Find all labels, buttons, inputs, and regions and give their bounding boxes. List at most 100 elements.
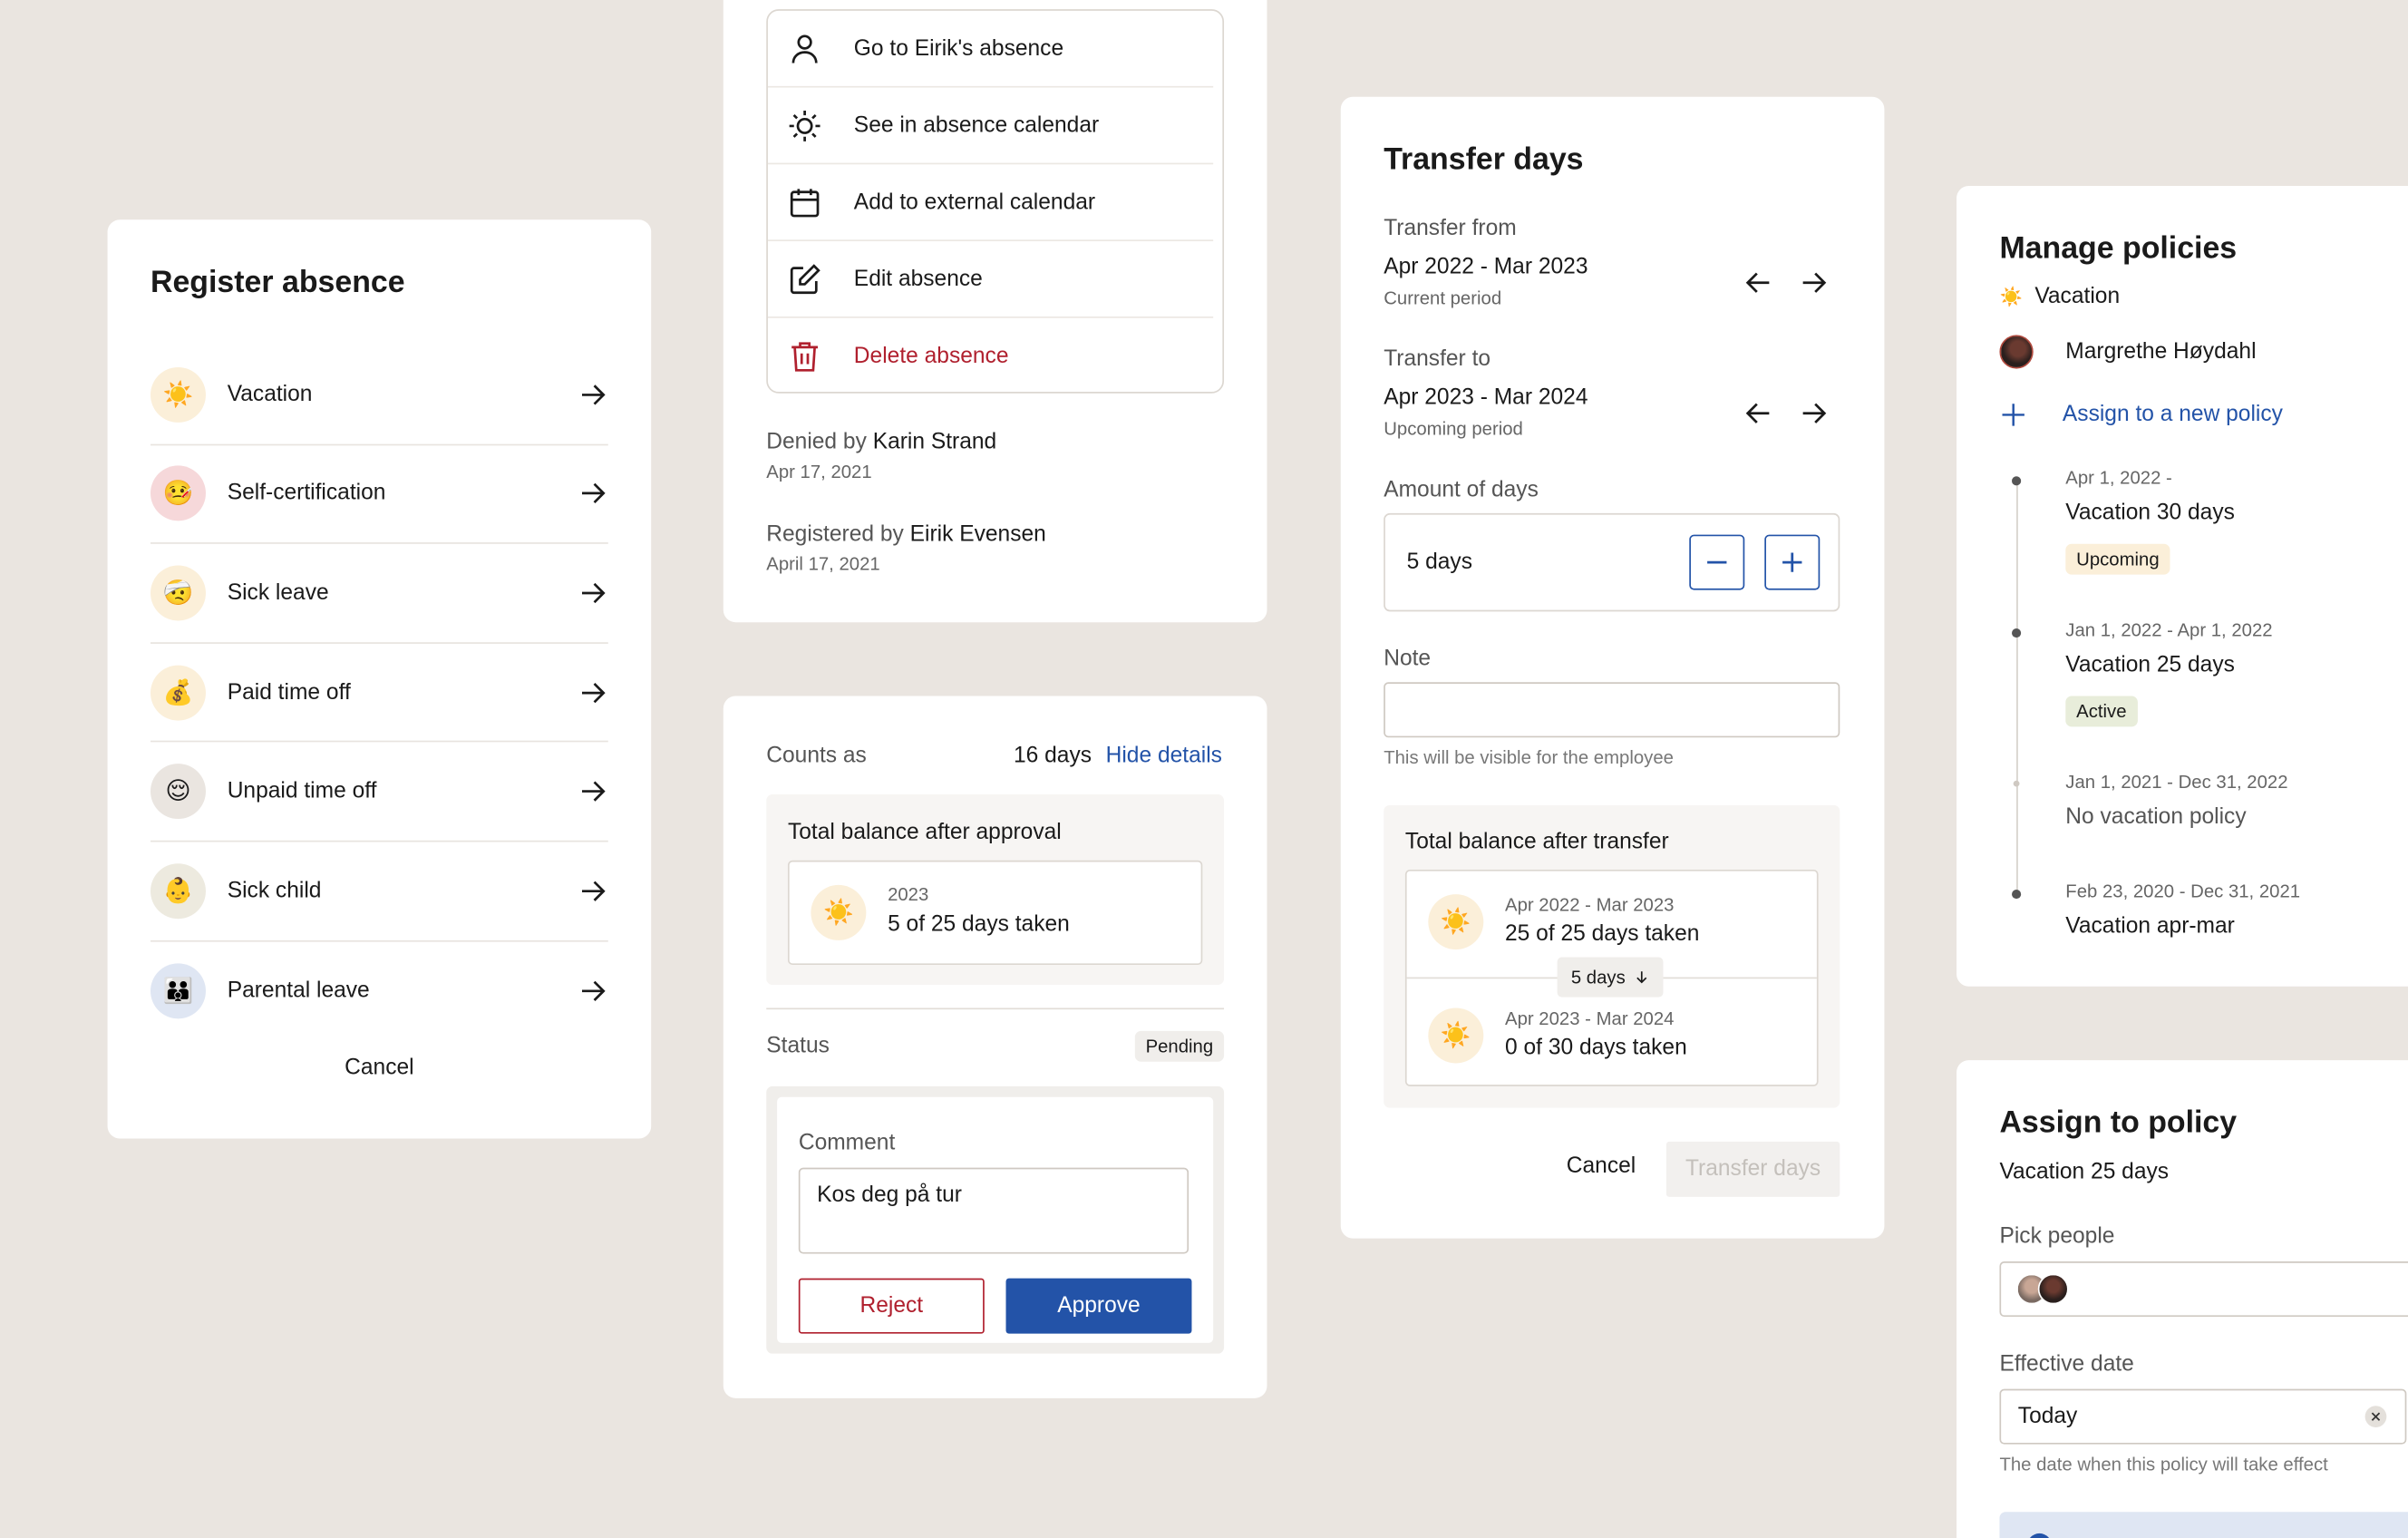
transfer-from-period: Apr 2022 - Mar 2023 bbox=[1384, 255, 1588, 280]
balance-after-approval-panel: Total balance after approval ☀️ 2023 5 o… bbox=[766, 793, 1225, 986]
arrow-left-icon[interactable] bbox=[1743, 268, 1774, 298]
sun-emoji-icon: ☀️ bbox=[1428, 1007, 1484, 1064]
menu-item-label: Edit absence bbox=[853, 266, 983, 292]
increment-button[interactable] bbox=[1764, 534, 1821, 590]
denied-by-prefix: Denied by bbox=[766, 430, 867, 455]
absence-type-label: Paid time off bbox=[227, 679, 351, 705]
transfer-to-label: Transfer to bbox=[1384, 346, 1491, 373]
absence-type-unpaid-time-off[interactable]: 😌 Unpaid time off bbox=[150, 743, 608, 842]
policy-type: ☀️ Vacation bbox=[1999, 284, 2120, 308]
timeline-name: Vacation 25 days bbox=[2065, 653, 2235, 678]
absence-type-self-certification[interactable]: 🤒 Self-certification bbox=[150, 445, 608, 545]
bandage-face-emoji-icon: 🤕 bbox=[150, 565, 206, 621]
effective-date-input[interactable]: Today bbox=[1999, 1388, 2407, 1445]
arrow-right-icon bbox=[581, 781, 606, 802]
absence-type-parental-leave[interactable]: 👪 Parental leave bbox=[150, 941, 608, 1040]
chip-label: 5 days bbox=[1570, 966, 1626, 988]
approve-button[interactable]: Approve bbox=[1005, 1278, 1192, 1334]
transfer-from-sub: Current period bbox=[1384, 287, 1502, 309]
transfer-days-card: Transfer days Transfer from Apr 2022 - M… bbox=[1340, 96, 1885, 1239]
balance-title: Total balance after approval bbox=[787, 820, 1062, 845]
assign-policy-name: Vacation 25 days bbox=[1999, 1160, 2170, 1185]
arrow-left-icon[interactable] bbox=[1743, 398, 1774, 429]
assign-new-policy-label: Assign to a new policy bbox=[2062, 402, 2283, 428]
divider bbox=[766, 1007, 1225, 1010]
trash-icon bbox=[791, 342, 819, 372]
menu-item-delete-absence[interactable]: Delete absence bbox=[768, 318, 1213, 395]
menu-item-go-to-absence[interactable]: Go to Eirik's absence bbox=[767, 11, 1214, 88]
timeline-name: No vacation policy bbox=[2065, 804, 2247, 830]
menu-item-edit-absence[interactable]: Edit absence bbox=[767, 241, 1214, 318]
arrow-right-icon[interactable] bbox=[1799, 268, 1830, 298]
sun-emoji-icon: ☀️ bbox=[150, 366, 206, 423]
pick-people-label: Pick people bbox=[1999, 1224, 2115, 1250]
absence-type-vacation[interactable]: ☀️ Vacation bbox=[150, 346, 608, 445]
comment-input[interactable]: Kos deg på tur bbox=[798, 1167, 1189, 1254]
absence-type-list: ☀️ Vacation 🤒 Self-certification 🤕 Sick … bbox=[150, 346, 608, 1040]
transfer-cancel-button[interactable]: Cancel bbox=[1567, 1154, 1636, 1178]
absence-type-label: Sick child bbox=[227, 878, 322, 903]
timeline-dot bbox=[2013, 780, 2020, 787]
arrow-right-icon[interactable] bbox=[1799, 398, 1830, 429]
registered-date: April 17, 2021 bbox=[766, 552, 880, 575]
balance-upcoming-taken: 0 of 30 days taken bbox=[1505, 1035, 1687, 1061]
transfer-to-period: Apr 2023 - Mar 2024 bbox=[1384, 385, 1588, 411]
info-icon bbox=[2026, 1533, 2053, 1538]
menu-item-external-calendar[interactable]: Add to external calendar bbox=[767, 164, 1214, 242]
family-emoji-icon: 👪 bbox=[150, 963, 206, 1019]
comment-inner: Comment Kos deg på tur Reject Approve bbox=[777, 1096, 1214, 1343]
absence-type-sick-child[interactable]: 👶 Sick child bbox=[150, 842, 608, 941]
transfer-title: Transfer days bbox=[1384, 142, 1584, 177]
sun-emoji-icon: ☀️ bbox=[811, 884, 867, 940]
edit-icon bbox=[790, 263, 820, 294]
registered-by-prefix: Registered by bbox=[766, 522, 904, 548]
absence-type-label: Parental leave bbox=[227, 978, 370, 1004]
timeline-dot bbox=[2012, 476, 2022, 486]
counts-as-label: Counts as bbox=[766, 744, 867, 769]
status-label: Status bbox=[766, 1034, 830, 1059]
register-absence-title: Register absence bbox=[150, 266, 405, 300]
person-name: Margrethe Høydahl bbox=[2065, 339, 2257, 365]
effective-date-help: The date when this policy will take effe… bbox=[1999, 1453, 2328, 1475]
absence-actions-card: Go to Eirik's absence See in absence cal… bbox=[723, 0, 1267, 623]
hide-details-link[interactable]: Hide details bbox=[1106, 744, 1222, 768]
amount-value: 5 days bbox=[1406, 550, 1473, 575]
balance-after-transfer-panel: Total balance after transfer ☀️ Apr 2022… bbox=[1384, 804, 1840, 1108]
arrow-right-icon bbox=[581, 582, 606, 604]
timeline-line bbox=[2015, 479, 2017, 895]
menu-item-absence-calendar[interactable]: See in absence calendar bbox=[767, 88, 1214, 165]
effective-date-value: Today bbox=[2017, 1404, 2078, 1429]
plus-icon bbox=[2002, 404, 2024, 426]
timeline-date: Feb 23, 2020 - Dec 31, 2021 bbox=[2065, 880, 2301, 902]
menu-item-label: See in absence calendar bbox=[853, 112, 1100, 138]
sun-icon bbox=[789, 110, 820, 141]
timeline-name: Vacation 30 days bbox=[2065, 501, 2235, 526]
assign-new-policy-link[interactable]: Assign to a new policy bbox=[1999, 401, 2283, 428]
note-input[interactable] bbox=[1384, 682, 1840, 738]
transfer-to-sub: Upcoming period bbox=[1384, 417, 1523, 440]
absence-type-paid-time-off[interactable]: 💰 Paid time off bbox=[150, 644, 608, 743]
decrement-button[interactable] bbox=[1689, 534, 1745, 590]
arrow-down-icon bbox=[1636, 971, 1647, 984]
sun-emoji-icon: ☀️ bbox=[1999, 286, 2023, 307]
transfer-submit-button[interactable]: Transfer days bbox=[1665, 1141, 1840, 1197]
reject-button[interactable]: Reject bbox=[798, 1278, 985, 1334]
balance-box: ☀️ 2023 5 of 25 days taken bbox=[787, 860, 1203, 966]
arrow-right-icon bbox=[581, 483, 606, 504]
pick-people-input[interactable] bbox=[1999, 1261, 2408, 1318]
denied-by-name: Karin Strand bbox=[872, 430, 997, 455]
absence-approval-card: Counts as 16 days Hide details Total bal… bbox=[723, 696, 1267, 1398]
absence-type-sick-leave[interactable]: 🤕 Sick leave bbox=[150, 544, 608, 644]
absence-type-label: Self-certification bbox=[227, 481, 386, 507]
comment-panel: Comment Kos deg på tur Reject Approve bbox=[766, 1085, 1225, 1354]
info-banner bbox=[1999, 1512, 2408, 1538]
clear-icon[interactable] bbox=[2364, 1406, 2387, 1428]
manage-policies-card: Manage policies ☀️ Vacation Margrethe Hø… bbox=[1956, 186, 2408, 987]
register-absence-card: Register absence ☀️ Vacation 🤒 Self-cert… bbox=[107, 219, 652, 1139]
sun-emoji-icon: ☀️ bbox=[1428, 894, 1484, 950]
timeline-dot bbox=[2012, 628, 2022, 638]
active-badge: Active bbox=[2065, 696, 2138, 727]
cancel-button[interactable]: Cancel bbox=[108, 1056, 652, 1080]
absence-type-label: Vacation bbox=[227, 382, 313, 407]
timeline-name: Vacation apr-mar bbox=[2065, 914, 2235, 939]
